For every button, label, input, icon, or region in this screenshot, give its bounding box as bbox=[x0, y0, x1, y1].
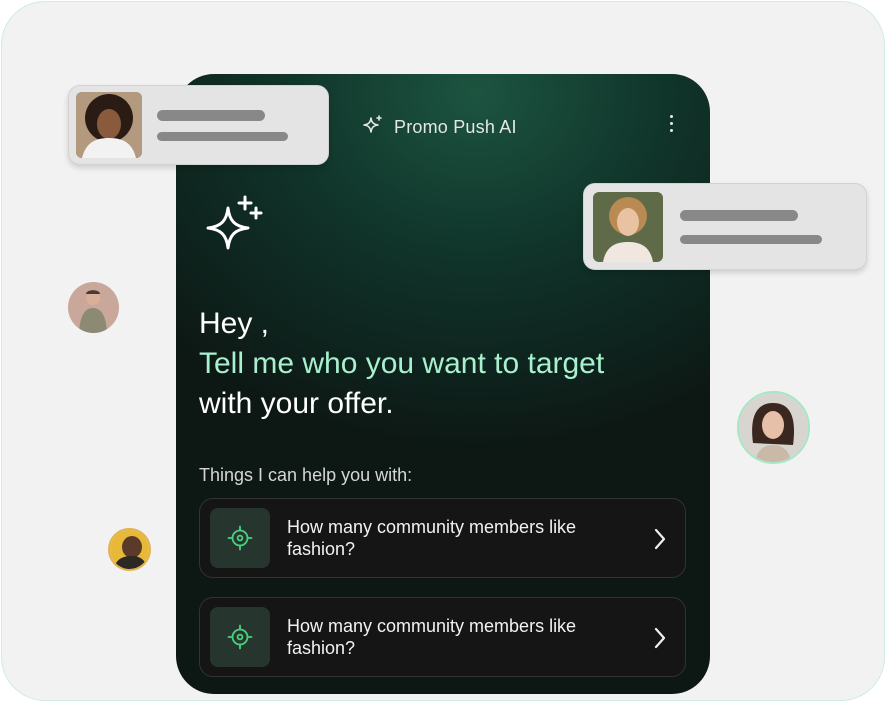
greeting-prompt: Tell me who you want to target bbox=[199, 347, 605, 380]
placeholder-line bbox=[157, 132, 288, 141]
greeting: Hey , Tell me who you want to target wit… bbox=[199, 304, 699, 424]
placeholder-line bbox=[157, 110, 265, 121]
placeholder-line bbox=[680, 210, 798, 221]
avatar bbox=[68, 282, 119, 333]
kebab-menu-icon[interactable] bbox=[664, 112, 678, 136]
suggestion-option[interactable]: How many community members like fashion? bbox=[199, 597, 686, 677]
suggestion-text: How many community members like fashion? bbox=[287, 616, 577, 658]
profile-photo bbox=[76, 92, 142, 158]
suggestion-text: How many community members like fashion? bbox=[287, 517, 577, 559]
chat-header: Promo Push AI bbox=[362, 114, 517, 141]
suggestion-option[interactable]: How many community members like fashion? bbox=[199, 498, 686, 578]
target-icon bbox=[210, 607, 270, 667]
profile-card bbox=[68, 85, 329, 165]
greeting-prompt-end: with your offer. bbox=[199, 387, 394, 420]
chevron-right-icon bbox=[653, 626, 667, 655]
profile-card bbox=[583, 183, 867, 270]
chevron-right-icon bbox=[653, 527, 667, 556]
avatar bbox=[737, 391, 810, 464]
placeholder-line bbox=[680, 235, 822, 244]
target-icon bbox=[210, 508, 270, 568]
profile-photo bbox=[593, 192, 663, 262]
help-heading: Things I can help you with: bbox=[199, 465, 413, 485]
sparkles-plus-icon bbox=[200, 194, 264, 263]
app-title: Promo Push AI bbox=[394, 117, 517, 137]
avatar bbox=[108, 528, 151, 571]
chat-panel: Promo Push AI Hey , Tell me who you want… bbox=[176, 74, 710, 694]
sparkle-icon bbox=[362, 114, 384, 141]
greeting-hey: Hey , bbox=[199, 307, 270, 340]
